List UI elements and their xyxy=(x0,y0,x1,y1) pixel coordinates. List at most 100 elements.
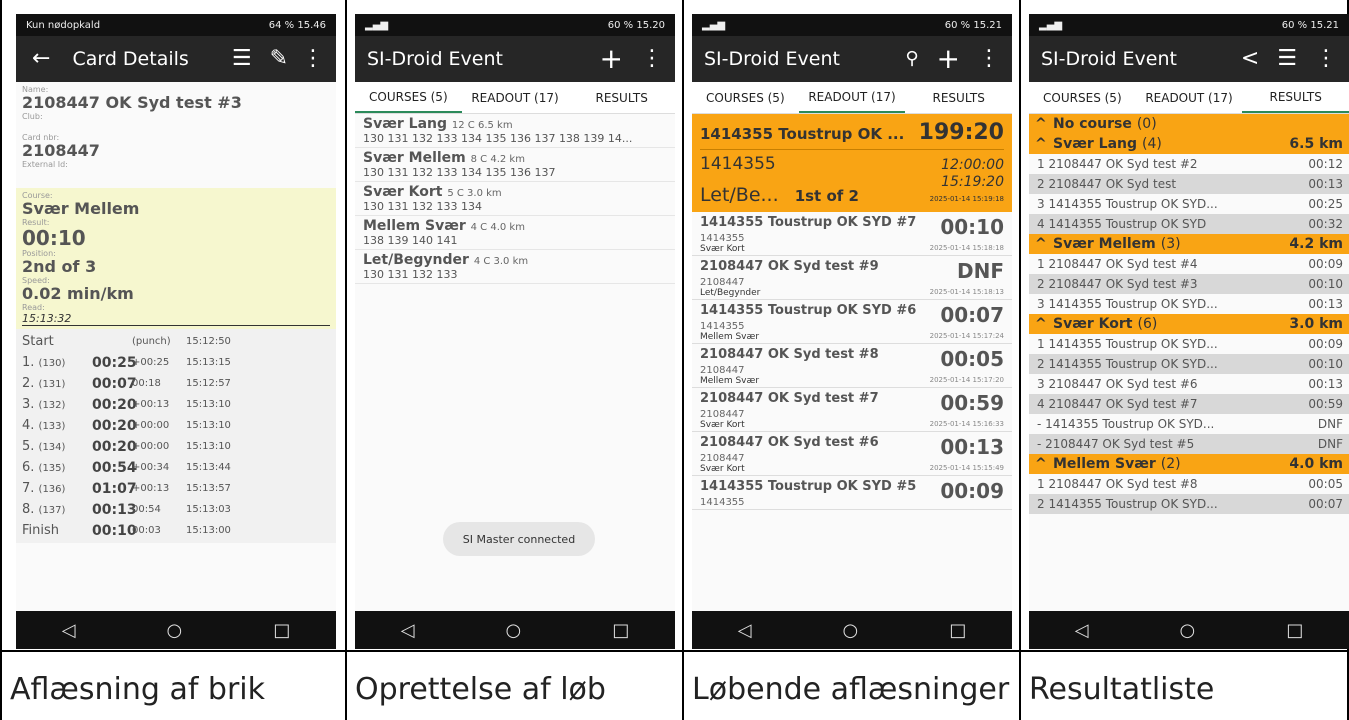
course-group-header[interactable]: ^ Svær Kort (6) 3.0 km xyxy=(1029,314,1349,334)
table-row[interactable]: 1 1414355 Toustrup OK SYD... 00:09 xyxy=(1029,334,1349,354)
home-nav-icon[interactable]: ○ xyxy=(506,620,522,641)
read-time: 15:13:32 xyxy=(22,312,330,326)
start-label: Start xyxy=(22,334,54,349)
list-item[interactable]: 2108447 OK Syd test #6 00:13 2108447 Svær K… xyxy=(692,432,1012,476)
result-runner: 4 1414355 Toustrup OK SYD xyxy=(1037,217,1207,231)
tab-readout[interactable]: READOUT (17) xyxy=(1136,82,1243,113)
punch-index: 8. xyxy=(22,502,35,517)
course-title: Svær Mellem 8 C 4.2 km xyxy=(363,150,667,166)
result-time: 00:13 xyxy=(1308,297,1343,311)
list-icon[interactable]: ☰ xyxy=(1277,48,1297,70)
table-row[interactable]: 2 2108447 OK Syd test #3 00:10 xyxy=(1029,274,1349,294)
list-item[interactable]: 1414355 Toustrup OK SYD #6 00:07 1414355 Me… xyxy=(692,300,1012,344)
table-row[interactable]: 2 2108447 OK Syd test 00:13 xyxy=(1029,174,1349,194)
table-row[interactable]: 1 2108447 OK Syd test #2 00:12 xyxy=(1029,154,1349,174)
more-vert-icon[interactable]: ⋮ xyxy=(641,48,663,70)
tab-readout[interactable]: READOUT (17) xyxy=(462,82,569,113)
list-item[interactable]: Mellem Svær 4 C 4.0 km 138 139 140 141 xyxy=(355,216,675,250)
recents-nav-icon[interactable]: □ xyxy=(1286,620,1303,641)
recents-nav-icon[interactable]: □ xyxy=(612,620,629,641)
add-icon[interactable]: + xyxy=(937,45,960,73)
tab-courses[interactable]: COURSES (5) xyxy=(355,82,462,113)
readout-name: 2108447 OK Syd test #8 xyxy=(700,347,879,362)
more-vert-icon[interactable]: ⋮ xyxy=(978,48,1000,70)
list-item[interactable]: Svær Kort 5 C 3.0 km 130 131 132 133 134 xyxy=(355,182,675,216)
table-row[interactable]: 2 1414355 Toustrup OK SYD... 00:07 xyxy=(1029,494,1349,514)
group-distance: 4.2 km xyxy=(1289,236,1343,252)
list-icon[interactable]: ☰ xyxy=(232,48,252,70)
list-item[interactable]: Svær Lang 12 C 6.5 km 130 131 132 133 134… xyxy=(355,114,675,148)
result-runner: 3 1414355 Toustrup OK SYD... xyxy=(1037,197,1218,211)
latest-start: 12:00:00 xyxy=(941,157,1004,173)
status-bar: ▂▄▆ 60 % 15.21 xyxy=(692,14,1012,36)
start-row: Start (punch) 15:12:50 xyxy=(22,331,330,352)
latest-readout[interactable]: 1414355 Toustrup OK ... 199:20 1414355 1… xyxy=(692,114,1012,212)
course-group-header[interactable]: ^ No course (0) xyxy=(1029,114,1349,134)
share-icon[interactable]: < xyxy=(1241,48,1259,70)
list-item[interactable]: Let/Begynder 4 C 3.0 km 130 131 132 133 xyxy=(355,250,675,284)
status-left: Kun nødopkald xyxy=(26,19,101,31)
course-name: Svær Lang xyxy=(363,116,448,132)
add-icon[interactable]: + xyxy=(600,45,623,73)
table-row[interactable]: 3 1414355 Toustrup OK SYD... 00:13 xyxy=(1029,294,1349,314)
group-count: (6) xyxy=(1137,316,1158,332)
tab-results[interactable]: RESULTS xyxy=(905,82,1012,113)
punch-index: 5. xyxy=(22,439,35,454)
recents-nav-icon[interactable]: □ xyxy=(949,620,966,641)
course-group-header[interactable]: ^ Svær Lang (4) 6.5 km xyxy=(1029,134,1349,154)
course-list: Svær Lang 12 C 6.5 km 130 131 132 133 134… xyxy=(355,114,675,284)
pencil-icon[interactable]: ✎ xyxy=(270,48,288,70)
list-item[interactable]: 1414355 Toustrup OK SYD #5 00:09 1414355 xyxy=(692,476,1012,510)
tab-results[interactable]: RESULTS xyxy=(568,82,675,113)
back-arrow-icon[interactable]: ← xyxy=(32,48,50,70)
table-row[interactable]: 1 2108447 OK Syd test #8 00:05 xyxy=(1029,474,1349,494)
tab-results[interactable]: RESULTS xyxy=(1242,82,1349,113)
club-label: Club: xyxy=(22,112,43,121)
back-nav-icon[interactable]: ◁ xyxy=(738,620,752,641)
more-vert-icon[interactable]: ⋮ xyxy=(1315,48,1337,70)
punch-row: 2. (131) 00:07 00:18 15:12:57 xyxy=(22,373,330,394)
finish-time: 15:13:00 xyxy=(186,525,231,536)
result-runner: 2 1414355 Toustrup OK SYD... xyxy=(1037,497,1218,511)
split-time: 01:07 xyxy=(92,480,137,497)
table-row[interactable]: 4 2108447 OK Syd test #7 00:59 xyxy=(1029,394,1349,414)
split-time: 00:25 xyxy=(92,354,137,371)
back-nav-icon[interactable]: ◁ xyxy=(62,620,76,641)
table-row[interactable]: 1 2108447 OK Syd test #4 00:09 xyxy=(1029,254,1349,274)
list-item[interactable]: 2108447 OK Syd test #9 DNF 2108447 Let/Begy… xyxy=(692,256,1012,300)
android-nav-bar: ◁ ○ □ xyxy=(16,611,336,649)
search-icon[interactable]: ⚲ xyxy=(905,50,918,68)
punch-row: 7. (136) 01:07 +00:13 15:13:57 xyxy=(22,478,330,499)
back-nav-icon[interactable]: ◁ xyxy=(1075,620,1089,641)
home-nav-icon[interactable]: ○ xyxy=(1180,620,1196,641)
list-item[interactable]: 1414355 Toustrup OK SYD #7 00:10 1414355 Sv… xyxy=(692,212,1012,256)
table-row[interactable]: - 2108447 OK Syd test #5 DNF xyxy=(1029,434,1349,454)
readout-course: Mellem Svær xyxy=(700,376,760,386)
readout-footer: Svær Kort 2025-01-14 15:18:18 xyxy=(700,244,1004,254)
home-nav-icon[interactable]: ○ xyxy=(843,620,859,641)
table-row[interactable]: - 1414355 Toustrup OK SYD... DNF xyxy=(1029,414,1349,434)
table-row[interactable]: 4 1414355 Toustrup OK SYD 00:32 xyxy=(1029,214,1349,234)
list-item[interactable]: 2108447 OK Syd test #8 00:05 2108447 Mellem… xyxy=(692,344,1012,388)
table-row[interactable]: 2 1414355 Toustrup OK SYD... 00:10 xyxy=(1029,354,1349,374)
tab-readout[interactable]: READOUT (17) xyxy=(798,82,906,113)
more-vert-icon[interactable]: ⋮ xyxy=(302,48,324,70)
readout-time: 00:07 xyxy=(940,303,1004,327)
tab-courses[interactable]: COURSES (5) xyxy=(1029,82,1136,113)
app-bar: SI-Droid Event + ⋮ xyxy=(355,36,675,82)
list-item[interactable]: 2108447 OK Syd test #7 00:59 2108447 Svær K… xyxy=(692,388,1012,432)
table-row[interactable]: 3 2108447 OK Syd test #6 00:13 xyxy=(1029,374,1349,394)
course-group-header[interactable]: ^ Svær Mellem (3) 4.2 km xyxy=(1029,234,1349,254)
split-time: 00:20 xyxy=(92,438,137,455)
punch-time: 15:13:10 xyxy=(186,420,231,431)
list-item[interactable]: Svær Mellem 8 C 4.2 km 130 131 132 133 13… xyxy=(355,148,675,182)
home-nav-icon[interactable]: ○ xyxy=(167,620,183,641)
table-row[interactable]: 3 1414355 Toustrup OK SYD... 00:25 xyxy=(1029,194,1349,214)
course-group-header[interactable]: ^ Mellem Svær (2) 4.0 km xyxy=(1029,454,1349,474)
readout-footer: Svær Kort 2025-01-14 15:16:33 xyxy=(700,420,1004,430)
tab-courses[interactable]: COURSES (5) xyxy=(692,82,799,113)
back-nav-icon[interactable]: ◁ xyxy=(401,620,415,641)
split-time: 00:20 xyxy=(92,396,137,413)
recents-nav-icon[interactable]: □ xyxy=(273,620,290,641)
course-codes: 138 139 140 141 xyxy=(363,234,458,247)
